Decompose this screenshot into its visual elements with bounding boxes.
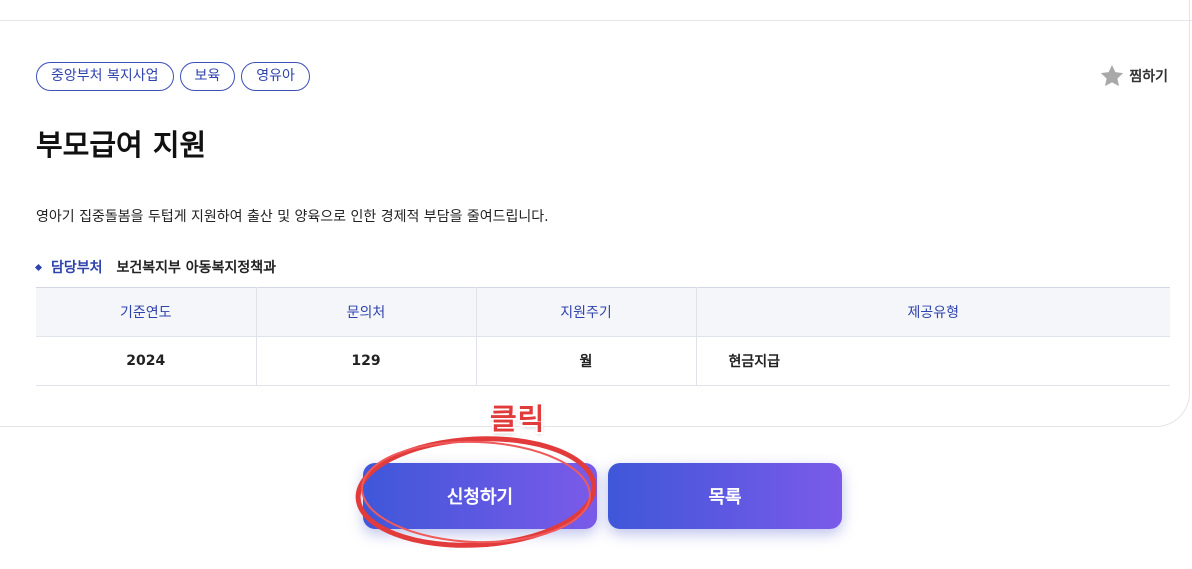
favorite-button[interactable]: 찜하기 [1099,63,1168,89]
cell-base-year: 2024 [126,353,166,369]
list-button[interactable]: 목록 [608,463,842,529]
tag-list: 중앙부처 복지사업 보육 영유아 [36,62,310,91]
tag-infant[interactable]: 영유아 [241,62,310,91]
star-icon [1099,63,1125,89]
diamond-bullet-icon [34,263,43,271]
header-base-year: 기준연도 [36,287,256,337]
department-label: 담당부처 [51,260,103,276]
click-annotation-label: 클릭 [490,402,546,436]
header-provision-type: 제공유형 [695,287,1170,337]
table-header-row: 기준연도 문의처 지원주기 제공유형 [36,287,1170,337]
header-contact: 문의처 [255,287,476,337]
cell-support-cycle: 월 [475,336,696,386]
department-row: 담당부처 보건복지부 아동복지정책과 [34,257,276,277]
service-description: 영아기 집중돌봄을 두텁게 지원하여 출산 및 양육으로 인한 경제적 부담을 … [36,209,549,225]
apply-button[interactable]: 신청하기 [363,463,597,529]
page-title: 부모급여 지원 [36,128,207,162]
header-support-cycle: 지원주기 [475,287,696,337]
tag-category[interactable]: 중앙부처 복지사업 [36,62,174,91]
favorite-label: 찜하기 [1129,69,1168,85]
cell-provision-type: 현금지급 [695,336,1170,386]
cell-contact: 129 [255,336,476,386]
info-table: 기준연도 문의처 지원주기 제공유형 2024 129 월 현금지급 [36,287,1170,386]
tag-childcare[interactable]: 보육 [179,62,236,91]
top-divider [0,20,1192,21]
table-row: 2024 129 월 현금지급 [36,336,1170,386]
department-value: 보건복지부 아동복지정책과 [116,260,276,276]
